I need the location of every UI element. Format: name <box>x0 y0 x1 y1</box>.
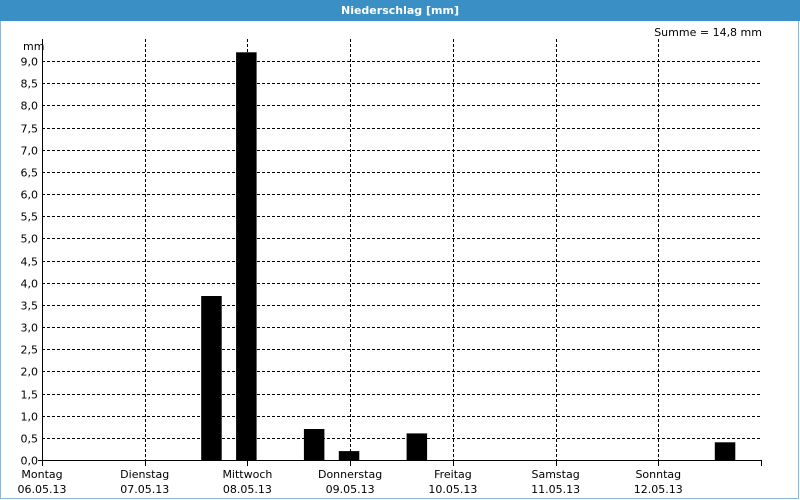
chart-title: Niederschlag [mm] <box>0 0 800 21</box>
x-day-label: Freitag <box>434 468 472 481</box>
x-day-label: Donnerstag <box>318 468 382 481</box>
precipitation-bar <box>201 296 222 460</box>
x-date-label: 06.05.13 <box>18 483 67 496</box>
y-tick-label: 6,5 <box>21 167 39 180</box>
x-day-label: Montag <box>21 468 62 481</box>
y-tick-label: 9,0 <box>21 56 39 69</box>
y-tick-label: 1,0 <box>21 411 39 424</box>
chart-panel: 0,0 0,5 1,0 1,5 2,0 2,5 3,0 3,5 4,0 4,5 5,0 5,5 6,0 6… <box>0 21 799 499</box>
y-tick-label: 5,0 <box>21 233 39 246</box>
y-tick-label: 5,5 <box>21 211 39 224</box>
x-date-label: 10.05.13 <box>428 483 477 496</box>
y-tick-label: 1,5 <box>21 389 39 402</box>
x-date-label: 11.05.13 <box>531 483 580 496</box>
y-tick-label: 8,5 <box>21 78 39 91</box>
x-date-label: 07.05.13 <box>120 483 169 496</box>
y-tick-label: 7,0 <box>21 145 39 158</box>
x-day-label: Samstag <box>531 468 579 481</box>
y-tick-label: 3,5 <box>21 300 39 313</box>
precipitation-bar <box>406 433 428 460</box>
precipitation-bar <box>236 52 257 461</box>
precipitation-bar <box>714 442 736 460</box>
precipitation-bar <box>303 429 325 460</box>
x-day-label: Sonntag <box>635 468 681 481</box>
x-date-label: 08.05.13 <box>223 483 272 496</box>
x-date-label: 09.05.13 <box>326 483 375 496</box>
y-tick-label: 7,5 <box>21 123 39 136</box>
sum-label: Summe = 14,8 mm <box>654 26 762 39</box>
y-tick-label: 4,5 <box>21 256 39 269</box>
y-tick-label: 6,0 <box>21 189 39 202</box>
y-axis-unit-label: mm <box>23 40 44 53</box>
precipitation-bar <box>338 451 360 460</box>
y-tick-label: 2,0 <box>21 366 39 379</box>
x-day-label: Mittwoch <box>222 468 272 481</box>
y-tick-label: 2,5 <box>21 344 39 357</box>
x-date-label: 12.05.13 <box>634 483 683 496</box>
y-tick-label: 3,0 <box>21 322 39 335</box>
x-day-label: Dienstag <box>120 468 169 481</box>
y-tick-label: 0,5 <box>21 433 39 446</box>
y-tick-label: 8,0 <box>21 100 39 113</box>
y-tick-label: 4,0 <box>21 278 39 291</box>
y-tick-label: 0,0 <box>21 455 39 468</box>
precipitation-chart: 0,0 0,5 1,0 1,5 2,0 2,5 3,0 3,5 4,0 4,5 5,0 5,5 6,0 6… <box>18 26 762 496</box>
